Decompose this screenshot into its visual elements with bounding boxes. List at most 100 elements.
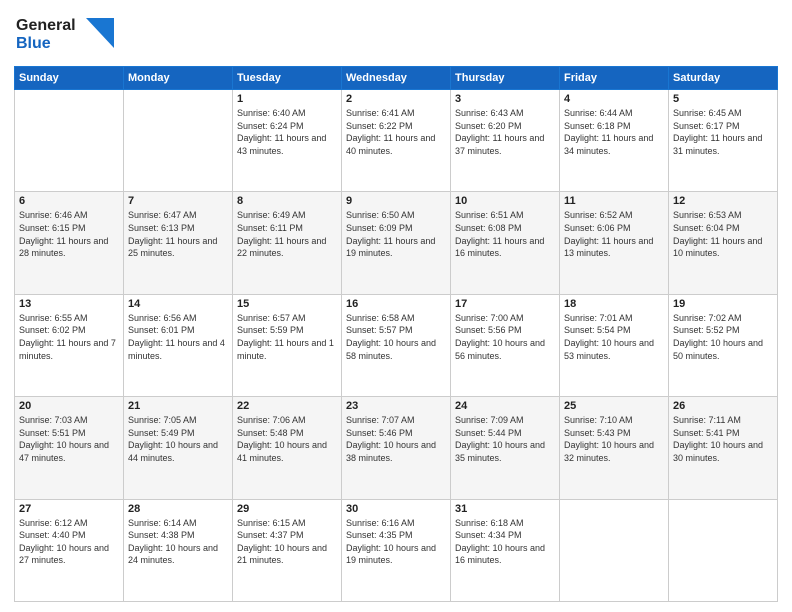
col-friday: Friday	[560, 67, 669, 90]
cell-day-number: 8	[237, 195, 337, 207]
cell-info: Sunrise: 6:58 AM Sunset: 5:57 PM Dayligh…	[346, 312, 446, 362]
table-row: 20 Sunrise: 7:03 AM Sunset: 5:51 PM Dayli…	[15, 397, 124, 499]
cell-day-number: 17	[455, 298, 555, 310]
table-row: 31 Sunrise: 6:18 AM Sunset: 4:34 PM Dayli…	[451, 499, 560, 601]
cell-info: Sunrise: 7:11 AM Sunset: 5:41 PM Dayligh…	[673, 414, 773, 464]
table-row	[15, 90, 124, 192]
table-row: 12Sunrise: 6:53 AM Sunset: 6:04 PM Dayli…	[669, 192, 778, 294]
cell-day-number: 28	[128, 503, 228, 515]
cell-day-number: 14	[128, 298, 228, 310]
cell-info: Sunrise: 6:53 AM Sunset: 6:04 PM Dayligh…	[673, 209, 773, 259]
cell-info: Sunrise: 6:51 AM Sunset: 6:08 PM Dayligh…	[455, 209, 555, 259]
calendar-week-row: 20 Sunrise: 7:03 AM Sunset: 5:51 PM Dayli…	[15, 397, 778, 499]
col-wednesday: Wednesday	[342, 67, 451, 90]
cell-info: Sunrise: 7:07 AM Sunset: 5:46 PM Dayligh…	[346, 414, 446, 464]
cell-day-number: 30	[346, 503, 446, 515]
cell-info: Sunrise: 7:06 AM Sunset: 5:48 PM Dayligh…	[237, 414, 337, 464]
col-tuesday: Tuesday	[233, 67, 342, 90]
cell-info: Sunrise: 7:10 AM Sunset: 5:43 PM Dayligh…	[564, 414, 664, 464]
cell-day-number: 26	[673, 400, 773, 412]
table-row: 17 Sunrise: 7:00 AM Sunset: 5:56 PM Dayli…	[451, 294, 560, 396]
cell-day-number: 13	[19, 298, 119, 310]
cell-day-number: 16	[346, 298, 446, 310]
table-row: 22 Sunrise: 7:06 AM Sunset: 5:48 PM Dayli…	[233, 397, 342, 499]
cell-info: Sunrise: 6:49 AM Sunset: 6:11 PM Dayligh…	[237, 209, 337, 259]
table-row: 25 Sunrise: 7:10 AM Sunset: 5:43 PM Dayli…	[560, 397, 669, 499]
cell-day-number: 29	[237, 503, 337, 515]
cell-day-number: 25	[564, 400, 664, 412]
logo-svg: General Blue	[14, 10, 114, 55]
table-row: 30 Sunrise: 6:16 AM Sunset: 4:35 PM Dayli…	[342, 499, 451, 601]
table-row: 29 Sunrise: 6:15 AM Sunset: 4:37 PM Dayli…	[233, 499, 342, 601]
col-saturday: Saturday	[669, 67, 778, 90]
cell-info: Sunrise: 6:12 AM Sunset: 4:40 PM Dayligh…	[19, 517, 119, 567]
cell-info: Sunrise: 6:50 AM Sunset: 6:09 PM Dayligh…	[346, 209, 446, 259]
table-row: 1 Sunrise: 6:40 AM Sunset: 6:24 PM Daylig…	[233, 90, 342, 192]
cell-day-number: 3	[455, 93, 555, 105]
table-row: 6 Sunrise: 6:46 AM Sunset: 6:15 PM Daylig…	[15, 192, 124, 294]
cell-day-number: 19	[673, 298, 773, 310]
table-row: 10 Sunrise: 6:51 AM Sunset: 6:08 PM Dayli…	[451, 192, 560, 294]
cell-info: Sunrise: 6:43 AM Sunset: 6:20 PM Dayligh…	[455, 107, 555, 157]
cell-info: Sunrise: 6:56 AM Sunset: 6:01 PM Dayligh…	[128, 312, 228, 362]
calendar-week-row: 1 Sunrise: 6:40 AM Sunset: 6:24 PM Daylig…	[15, 90, 778, 192]
col-thursday: Thursday	[451, 67, 560, 90]
page: General Blue Sunday Monday Tuesday Wedne…	[0, 0, 792, 612]
cell-info: Sunrise: 7:02 AM Sunset: 5:52 PM Dayligh…	[673, 312, 773, 362]
cell-info: Sunrise: 6:45 AM Sunset: 6:17 PM Dayligh…	[673, 107, 773, 157]
cell-day-number: 11	[564, 195, 664, 207]
cell-info: Sunrise: 6:52 AM Sunset: 6:06 PM Dayligh…	[564, 209, 664, 259]
cell-info: Sunrise: 7:05 AM Sunset: 5:49 PM Dayligh…	[128, 414, 228, 464]
table-row: 28 Sunrise: 6:14 AM Sunset: 4:38 PM Dayli…	[124, 499, 233, 601]
cell-day-number: 7	[128, 195, 228, 207]
table-row: 5Sunrise: 6:45 AM Sunset: 6:17 PM Daylig…	[669, 90, 778, 192]
cell-day-number: 24	[455, 400, 555, 412]
calendar-week-row: 13 Sunrise: 6:55 AM Sunset: 6:02 PM Dayli…	[15, 294, 778, 396]
cell-day-number: 21	[128, 400, 228, 412]
table-row: 9 Sunrise: 6:50 AM Sunset: 6:09 PM Daylig…	[342, 192, 451, 294]
table-row: 18 Sunrise: 7:01 AM Sunset: 5:54 PM Dayli…	[560, 294, 669, 396]
cell-day-number: 2	[346, 93, 446, 105]
table-row: 16 Sunrise: 6:58 AM Sunset: 5:57 PM Dayli…	[342, 294, 451, 396]
cell-day-number: 6	[19, 195, 119, 207]
cell-info: Sunrise: 6:14 AM Sunset: 4:38 PM Dayligh…	[128, 517, 228, 567]
table-row	[124, 90, 233, 192]
cell-info: Sunrise: 6:46 AM Sunset: 6:15 PM Dayligh…	[19, 209, 119, 259]
cell-day-number: 27	[19, 503, 119, 515]
table-row: 13 Sunrise: 6:55 AM Sunset: 6:02 PM Dayli…	[15, 294, 124, 396]
cell-info: Sunrise: 7:01 AM Sunset: 5:54 PM Dayligh…	[564, 312, 664, 362]
cell-day-number: 10	[455, 195, 555, 207]
cell-day-number: 31	[455, 503, 555, 515]
cell-day-number: 9	[346, 195, 446, 207]
cell-day-number: 18	[564, 298, 664, 310]
cell-info: Sunrise: 6:41 AM Sunset: 6:22 PM Dayligh…	[346, 107, 446, 157]
cell-day-number: 23	[346, 400, 446, 412]
table-row: 24Sunrise: 7:09 AM Sunset: 5:44 PM Dayli…	[451, 397, 560, 499]
table-row: 2 Sunrise: 6:41 AM Sunset: 6:22 PM Daylig…	[342, 90, 451, 192]
table-row: 7Sunrise: 6:47 AM Sunset: 6:13 PM Daylig…	[124, 192, 233, 294]
table-row: 27 Sunrise: 6:12 AM Sunset: 4:40 PM Dayli…	[15, 499, 124, 601]
cell-info: Sunrise: 6:40 AM Sunset: 6:24 PM Dayligh…	[237, 107, 337, 157]
calendar-week-row: 6 Sunrise: 6:46 AM Sunset: 6:15 PM Daylig…	[15, 192, 778, 294]
table-row: 26 Sunrise: 7:11 AM Sunset: 5:41 PM Dayli…	[669, 397, 778, 499]
table-row: 11 Sunrise: 6:52 AM Sunset: 6:06 PM Dayli…	[560, 192, 669, 294]
svg-text:General: General	[16, 17, 76, 34]
cell-info: Sunrise: 6:18 AM Sunset: 4:34 PM Dayligh…	[455, 517, 555, 567]
cell-day-number: 20	[19, 400, 119, 412]
cell-day-number: 4	[564, 93, 664, 105]
cell-info: Sunrise: 7:00 AM Sunset: 5:56 PM Dayligh…	[455, 312, 555, 362]
cell-info: Sunrise: 6:16 AM Sunset: 4:35 PM Dayligh…	[346, 517, 446, 567]
cell-day-number: 15	[237, 298, 337, 310]
calendar-table: Sunday Monday Tuesday Wednesday Thursday…	[14, 66, 778, 602]
table-row: 14 Sunrise: 6:56 AM Sunset: 6:01 PM Dayli…	[124, 294, 233, 396]
cell-day-number: 1	[237, 93, 337, 105]
table-row: 21 Sunrise: 7:05 AM Sunset: 5:49 PM Dayli…	[124, 397, 233, 499]
cell-info: Sunrise: 6:55 AM Sunset: 6:02 PM Dayligh…	[19, 312, 119, 362]
cell-info: Sunrise: 6:15 AM Sunset: 4:37 PM Dayligh…	[237, 517, 337, 567]
logo: General Blue	[14, 10, 114, 60]
cell-info: Sunrise: 6:44 AM Sunset: 6:18 PM Dayligh…	[564, 107, 664, 157]
cell-day-number: 22	[237, 400, 337, 412]
cell-info: Sunrise: 7:03 AM Sunset: 5:51 PM Dayligh…	[19, 414, 119, 464]
table-row: 19 Sunrise: 7:02 AM Sunset: 5:52 PM Dayli…	[669, 294, 778, 396]
svg-text:Blue: Blue	[16, 35, 51, 52]
